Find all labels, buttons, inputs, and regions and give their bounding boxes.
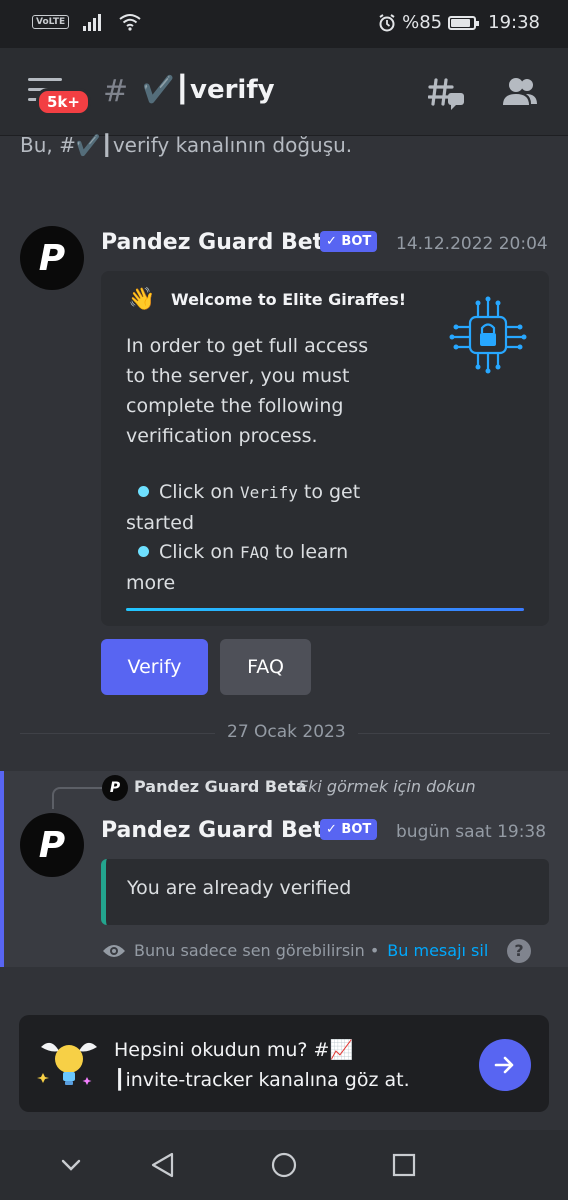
verified-text: You are already verified xyxy=(127,877,352,899)
author-avatar[interactable]: P xyxy=(20,813,84,877)
channel-header: 5k+ # ✔️┃verify xyxy=(0,48,568,136)
home-circle-icon[interactable] xyxy=(269,1150,299,1180)
message-timestamp: 14.12.2022 20:04 xyxy=(396,234,548,254)
embed-title: Welcome to Elite Giraffes! xyxy=(171,290,407,309)
status-bar: VoLTE %85 19:38 xyxy=(0,0,568,48)
message-timestamp: bugün saat 19:38 xyxy=(396,822,547,842)
message-author[interactable]: Pandez Guard Beta xyxy=(101,818,338,843)
verified-embed: You are already verified xyxy=(101,859,549,925)
channel-title[interactable]: ✔️┃verify xyxy=(142,75,275,105)
verify-button[interactable]: Verify xyxy=(101,639,208,695)
embed-bullet: Click on Verify to get started xyxy=(126,481,361,534)
embed-bullet: Click on FAQ to learn more xyxy=(126,541,349,594)
battery-icon xyxy=(448,15,480,30)
help-icon[interactable]: ? xyxy=(507,939,531,963)
reply-hint[interactable]: Eki görmek için dokun xyxy=(298,777,476,796)
reply-avatar: P xyxy=(102,775,128,801)
date-divider-label: 27 Ocak 2023 xyxy=(215,722,358,742)
clock: 19:38 xyxy=(488,12,540,33)
faq-button[interactable]: FAQ xyxy=(220,639,311,695)
back-triangle-icon[interactable] xyxy=(148,1150,178,1180)
reply-connector xyxy=(52,787,102,809)
bot-badge: ✓ BOT xyxy=(320,819,378,840)
channel-hash-icon: # xyxy=(103,74,129,109)
welcome-embed: 👋 Welcome to Elite Giraffes! In order to… xyxy=(101,271,549,626)
unread-badge: 5k+ xyxy=(36,88,91,116)
embed-description: In order to get full access to the serve… xyxy=(126,335,369,447)
message-author[interactable]: Pandez Guard Beta xyxy=(101,230,338,255)
delete-message-link[interactable]: Bu mesajı sil xyxy=(387,941,488,960)
alarm-icon xyxy=(379,13,395,31)
lightbulb-icon xyxy=(37,1042,97,1085)
volte-badge: VoLTE xyxy=(32,15,70,29)
signal-icon xyxy=(83,14,102,31)
author-avatar[interactable]: P xyxy=(20,226,84,290)
threads-icon[interactable] xyxy=(428,76,466,112)
eye-icon xyxy=(103,944,125,957)
system-nav-bar xyxy=(0,1130,568,1200)
members-icon[interactable] xyxy=(502,76,538,108)
bot-badge: ✓ BOT xyxy=(320,231,378,252)
bullet-dot xyxy=(138,546,149,557)
wifi-icon xyxy=(119,14,141,31)
battery-percent: %85 xyxy=(402,12,443,33)
reply-author[interactable]: Pandez Guard Beta xyxy=(134,777,306,796)
arrow-right-icon xyxy=(494,1056,514,1074)
recents-square-icon[interactable] xyxy=(389,1150,419,1180)
embed-accent-bar xyxy=(126,608,524,611)
go-arrow-button[interactable] xyxy=(479,1039,531,1091)
channel-suggestion-card[interactable]: Hepsini okudun mu? #📈 ┃invite-tracker ka… xyxy=(19,1015,549,1112)
wave-emoji: 👋 xyxy=(128,287,156,312)
suggestion-text: Hepsini okudun mu? #📈 ┃invite-tracker ka… xyxy=(114,1039,410,1091)
bullet-dot xyxy=(138,486,149,497)
security-lock-icon[interactable] xyxy=(446,293,530,377)
ephemeral-message: P Pandez Guard Beta Eki görmek için doku… xyxy=(0,771,568,967)
chevron-down-icon[interactable] xyxy=(56,1150,86,1180)
channel-intro-text: Bu, #✔️┃verify kanalının doğuşu. xyxy=(20,133,353,157)
ephemeral-note: Bunu sadece sen görebilirsin • Bu mesajı… xyxy=(102,941,488,960)
